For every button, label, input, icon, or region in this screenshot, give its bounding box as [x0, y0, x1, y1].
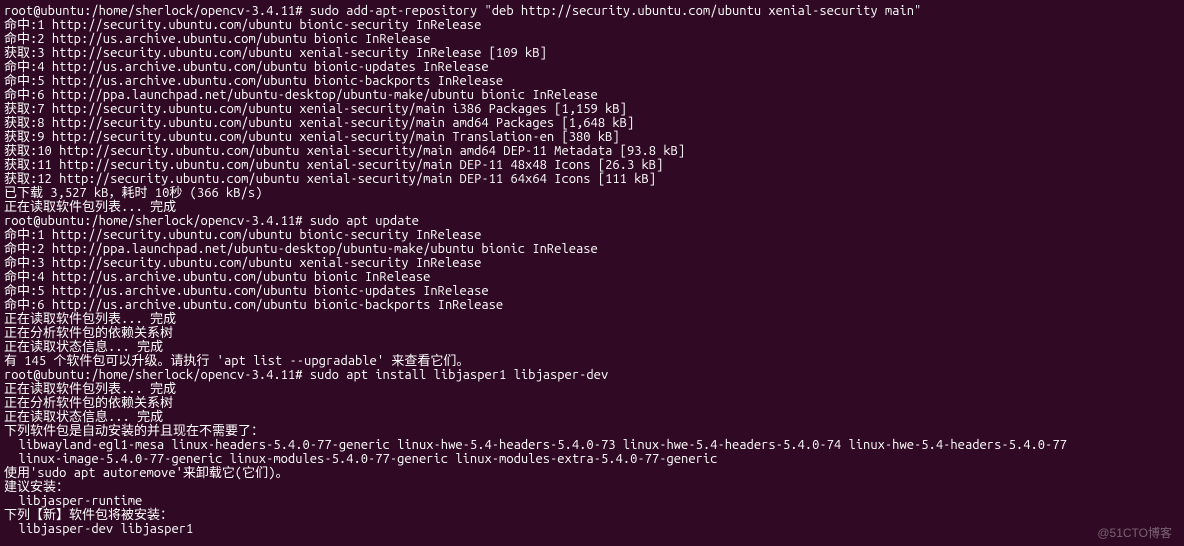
terminal-line: libjasper-dev libjasper1 [4, 522, 1180, 536]
terminal-line: 命中:5 http://us.archive.ubuntu.com/ubuntu… [4, 284, 1180, 298]
terminal-line: 下列软件包是自动安装的并且现在不需要了： [4, 424, 1180, 438]
terminal-line: 命中:2 http://ppa.launchpad.net/ubuntu-des… [4, 242, 1180, 256]
terminal-line: 获取:7 http://security.ubuntu.com/ubuntu x… [4, 102, 1180, 116]
terminal-line: 获取:9 http://security.ubuntu.com/ubuntu x… [4, 130, 1180, 144]
terminal-line: root@ubuntu:/home/sherlock/opencv-3.4.11… [4, 368, 1180, 382]
terminal-line: 获取:11 http://security.ubuntu.com/ubuntu … [4, 158, 1180, 172]
terminal-line: 命中:6 http://us.archive.ubuntu.com/ubuntu… [4, 298, 1180, 312]
terminal-line: 命中:6 http://ppa.launchpad.net/ubuntu-des… [4, 88, 1180, 102]
terminal-line: 命中:4 http://us.archive.ubuntu.com/ubuntu… [4, 270, 1180, 284]
terminal-line: 已下载 3,527 kB，耗时 10秒 (366 kB/s) [4, 186, 1180, 200]
terminal-line: 有 145 个软件包可以升级。请执行 'apt list --upgradabl… [4, 354, 1180, 368]
terminal-line: 获取:3 http://security.ubuntu.com/ubuntu x… [4, 46, 1180, 60]
terminal-line: 获取:8 http://security.ubuntu.com/ubuntu x… [4, 116, 1180, 130]
terminal-line: 获取:12 http://security.ubuntu.com/ubuntu … [4, 172, 1180, 186]
terminal-line: 命中:1 http://security.ubuntu.com/ubuntu b… [4, 228, 1180, 242]
terminal-line: 正在读取软件包列表... 完成 [4, 200, 1180, 214]
terminal-line: 使用'sudo apt autoremove'来卸载它(它们)。 [4, 466, 1180, 480]
terminal-line: 正在读取状态信息... 完成 [4, 340, 1180, 354]
terminal-line: 命中:1 http://security.ubuntu.com/ubuntu b… [4, 18, 1180, 32]
terminal-line: 正在分析软件包的依赖关系树 [4, 326, 1180, 340]
terminal-line: 获取:10 http://security.ubuntu.com/ubuntu … [4, 144, 1180, 158]
terminal-line: 下列【新】软件包将被安装： [4, 508, 1180, 522]
terminal-line: 正在读取软件包列表... 完成 [4, 312, 1180, 326]
terminal-output[interactable]: root@ubuntu:/home/sherlock/opencv-3.4.11… [0, 0, 1184, 536]
terminal-line: 正在读取状态信息... 完成 [4, 410, 1180, 424]
terminal-line: 命中:2 http://us.archive.ubuntu.com/ubuntu… [4, 32, 1180, 46]
terminal-line: 正在分析软件包的依赖关系树 [4, 396, 1180, 410]
terminal-line: 命中:4 http://us.archive.ubuntu.com/ubuntu… [4, 60, 1180, 74]
terminal-line: root@ubuntu:/home/sherlock/opencv-3.4.11… [4, 4, 1180, 18]
terminal-line: 命中:5 http://us.archive.ubuntu.com/ubuntu… [4, 74, 1180, 88]
terminal-line: libjasper-runtime [4, 494, 1180, 508]
terminal-line: root@ubuntu:/home/sherlock/opencv-3.4.11… [4, 214, 1180, 228]
terminal-line: 命中:3 http://security.ubuntu.com/ubuntu x… [4, 256, 1180, 270]
terminal-line: 正在读取软件包列表... 完成 [4, 382, 1180, 396]
terminal-line: libwayland-egl1-mesa linux-headers-5.4.0… [4, 438, 1180, 452]
terminal-line: linux-image-5.4.0-77-generic linux-modul… [4, 452, 1180, 466]
watermark-text: @51CTO博客 [1097, 526, 1172, 540]
terminal-line: 建议安装： [4, 480, 1180, 494]
